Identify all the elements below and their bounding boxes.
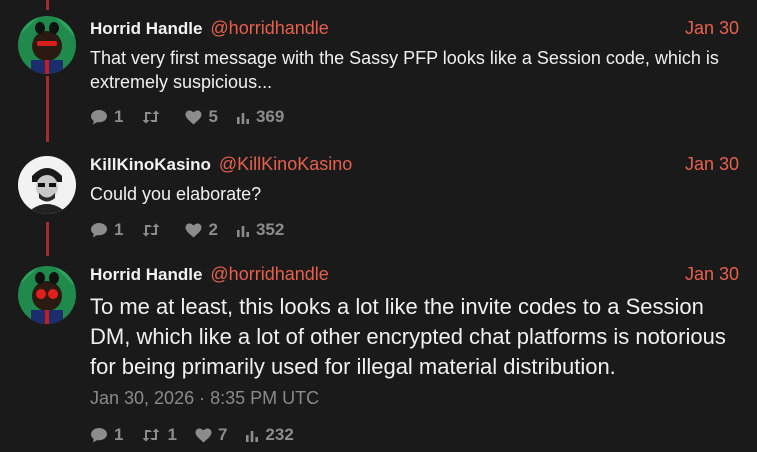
post-text: Could you elaborate? [90, 184, 262, 204]
heart-icon [195, 428, 212, 442]
author-handle[interactable]: @horridhandle [210, 18, 328, 39]
repost-count: 1 [167, 425, 177, 444]
view-count: 352 [255, 220, 285, 239]
thread-line [46, 222, 49, 256]
post[interactable]: Horrid Handle @horridhandle Jan 30 To me… [90, 264, 739, 445]
heart-icon [185, 110, 202, 124]
repost-button[interactable] [141, 223, 167, 237]
like-button[interactable]: 5 [185, 107, 218, 127]
speech-bubble-icon [91, 223, 107, 238]
post-text: That very first message with the Sassy P… [90, 48, 719, 92]
views-stat[interactable]: 369 [236, 107, 284, 127]
like-count: 2 [208, 220, 218, 239]
post-stats: 1 2 352 [90, 220, 739, 240]
like-count: 5 [208, 107, 218, 126]
bar-chart-icon [236, 225, 249, 237]
retweet-icon [142, 110, 160, 124]
views-stat[interactable]: 232 [245, 425, 294, 445]
avatar[interactable] [18, 16, 76, 74]
like-button[interactable]: 7 [195, 425, 227, 445]
speech-bubble-icon [91, 110, 107, 125]
thread: Horrid Handle @horridhandle Jan 30 That … [0, 0, 757, 452]
post-text: To me at least, this looks a lot like th… [90, 294, 726, 379]
like-count: 7 [217, 425, 228, 444]
speech-bubble-icon [91, 428, 107, 443]
post-date[interactable]: Jan 30 [685, 264, 739, 285]
post[interactable]: Horrid Handle @horridhandle Jan 30 That … [90, 18, 739, 127]
author-handle[interactable]: @KillKinoKasino [219, 154, 352, 175]
thread-line [46, 0, 49, 10]
post-stats: 1 1 7 232 [90, 425, 739, 445]
reply-count: 1 [114, 107, 124, 126]
heart-icon [185, 223, 202, 237]
repost-button[interactable] [141, 110, 167, 124]
retweet-icon [142, 223, 160, 237]
reply-button[interactable]: 1 [90, 220, 123, 240]
avatar[interactable] [18, 156, 76, 214]
reply-count: 1 [114, 220, 124, 239]
reply-count: 1 [114, 425, 124, 444]
views-stat[interactable]: 352 [236, 220, 284, 240]
post-date[interactable]: Jan 30 [685, 18, 739, 39]
author-name[interactable]: Horrid Handle [90, 265, 202, 285]
author-name[interactable]: KillKinoKasino [90, 155, 211, 175]
post-date[interactable]: Jan 30 [685, 154, 739, 175]
view-count: 369 [255, 107, 285, 126]
like-button[interactable]: 2 [185, 220, 218, 240]
retweet-icon [142, 428, 160, 442]
post-stats: 1 5 369 [90, 107, 739, 127]
post-timestamp[interactable]: Jan 30, 2026 · 8:35 PM UTC [90, 388, 739, 409]
author-name[interactable]: Horrid Handle [90, 19, 202, 39]
view-count: 232 [265, 425, 294, 444]
bar-chart-icon [236, 112, 249, 124]
avatar[interactable] [18, 266, 76, 324]
author-handle[interactable]: @horridhandle [210, 264, 328, 285]
thread-line [46, 76, 49, 142]
repost-button[interactable]: 1 [141, 425, 177, 445]
reply-button[interactable]: 1 [90, 425, 123, 445]
post[interactable]: KillKinoKasino @KillKinoKasino Jan 30 Co… [90, 154, 739, 240]
bar-chart-icon [246, 430, 259, 442]
reply-button[interactable]: 1 [90, 107, 123, 127]
